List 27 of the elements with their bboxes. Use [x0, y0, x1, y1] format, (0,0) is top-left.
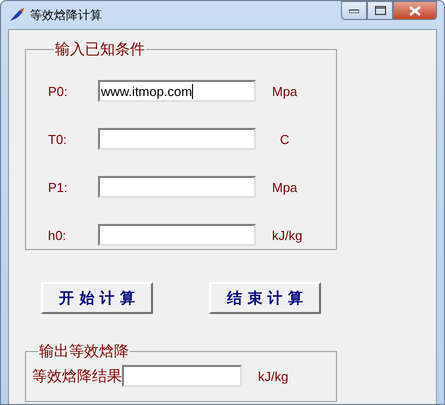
- input-field[interactable]: [98, 176, 256, 198]
- result-field[interactable]: [122, 365, 242, 387]
- input-field[interactable]: www.itmop.com: [98, 80, 256, 102]
- group-title: 输入已知条件: [54, 40, 146, 59]
- minimize-icon: [349, 8, 359, 12]
- close-button[interactable]: [393, 1, 437, 20]
- window-title: 等效焓降计算: [30, 6, 102, 24]
- close-icon: [409, 6, 421, 16]
- field-value: www.itmop.com: [101, 84, 192, 98]
- maximize-icon: [374, 6, 386, 15]
- unit-label: kJ/kg: [258, 368, 288, 384]
- calculate-button[interactable]: 结 束 计 算: [209, 282, 321, 314]
- unit-label: Mpa: [272, 180, 298, 194]
- field-label: T0:: [48, 132, 68, 146]
- maximize-button[interactable]: [367, 1, 393, 20]
- minimize-button[interactable]: [341, 1, 367, 20]
- group-title: 输出等效焓降: [38, 342, 130, 361]
- unit-label: Mpa: [272, 84, 298, 98]
- calculate-button[interactable]: 开 始 计 算: [41, 282, 153, 314]
- unit-label: C: [280, 132, 290, 146]
- field-label: P0:: [48, 84, 69, 98]
- field-label: P1:: [48, 180, 69, 194]
- input-field[interactable]: [98, 128, 256, 150]
- unit-label: kJ/kg: [272, 228, 302, 242]
- input-field[interactable]: [98, 224, 256, 246]
- field-label: h0:: [48, 228, 68, 242]
- result-label: 等效焓降结果: [32, 366, 122, 386]
